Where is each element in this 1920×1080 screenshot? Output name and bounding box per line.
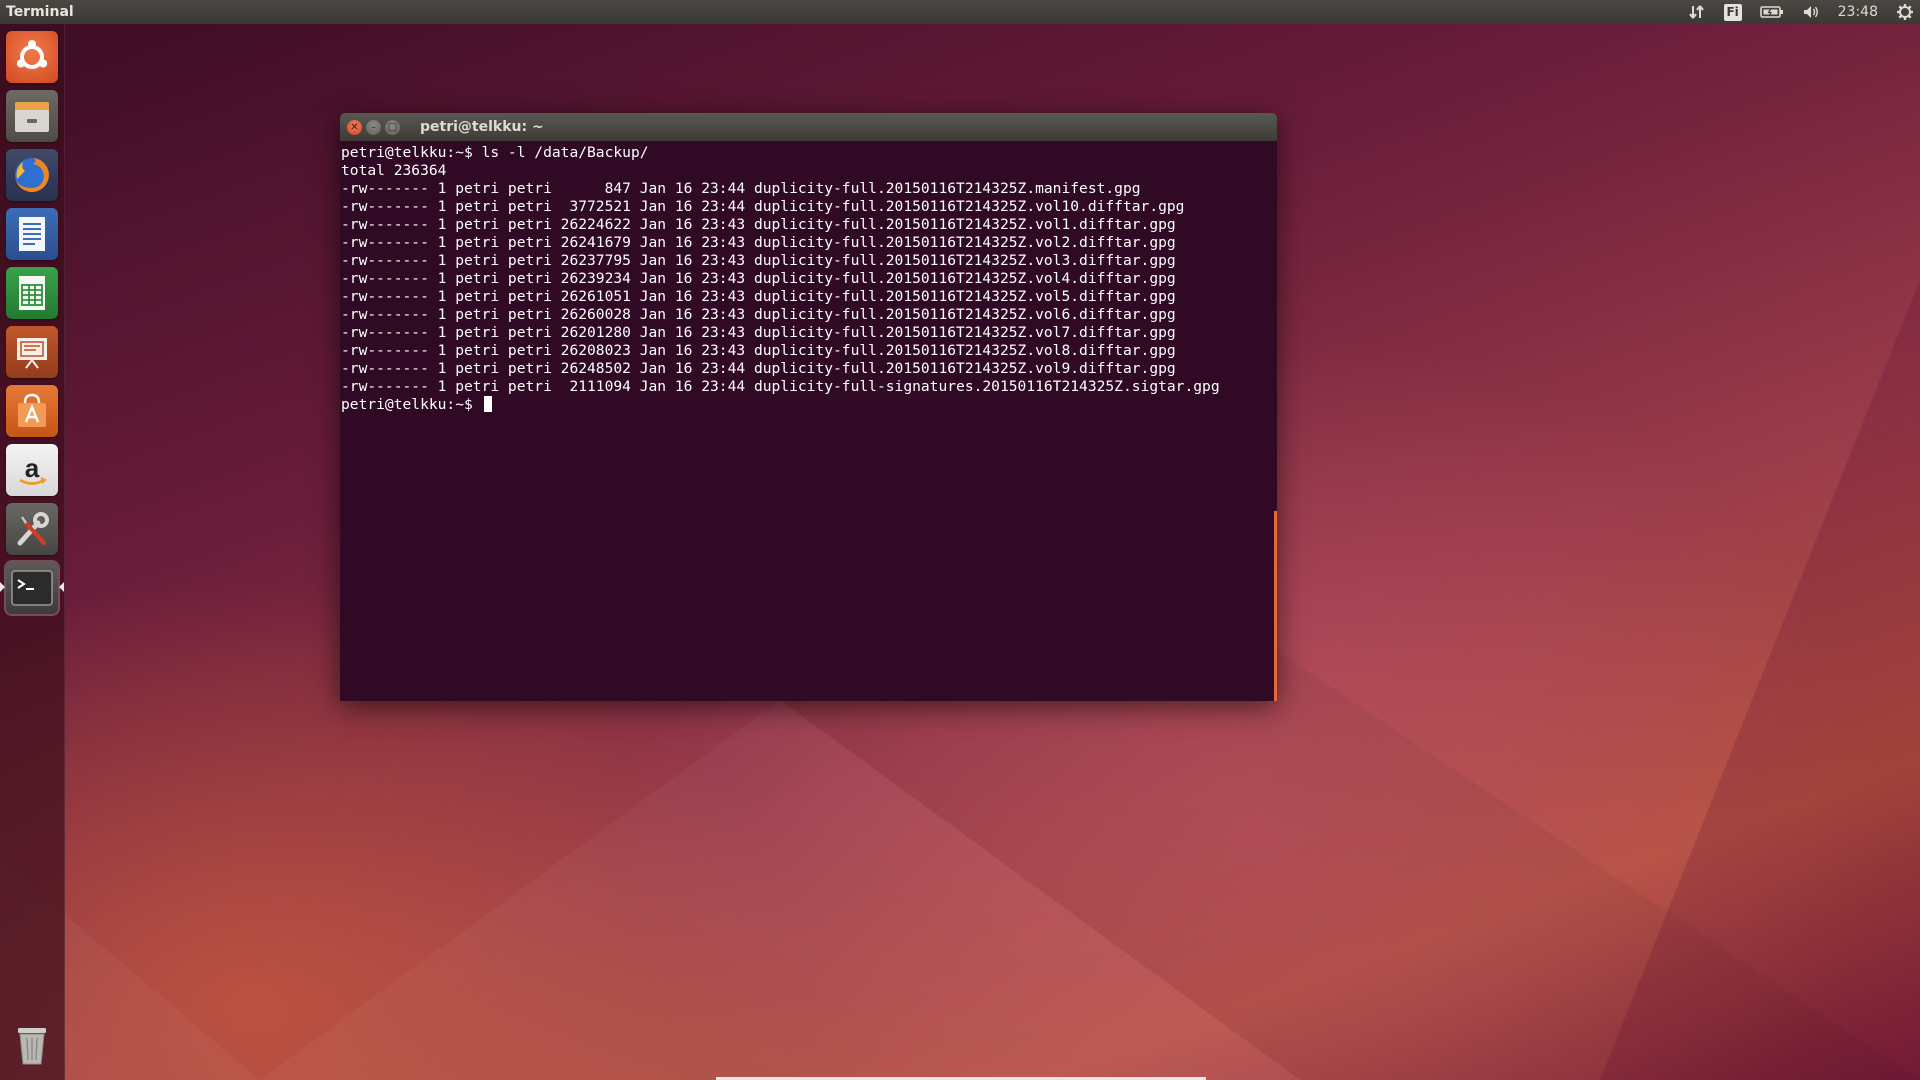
scrollbar[interactable] xyxy=(1274,511,1277,701)
terminal-line: -rw------- 1 petri petri 26261051 Jan 16… xyxy=(341,288,1176,305)
trash-icon xyxy=(18,1028,46,1065)
firefox-icon xyxy=(15,158,49,192)
window-title: petri@telkku: ~ xyxy=(420,119,544,135)
launcher-system-settings[interactable] xyxy=(6,503,58,555)
running-indicator xyxy=(0,582,5,592)
impress-presentation-icon xyxy=(17,338,47,369)
volume-icon[interactable] xyxy=(1802,4,1820,20)
battery-icon[interactable] xyxy=(1759,5,1784,19)
clock[interactable]: 23:48 xyxy=(1838,4,1878,20)
terminal-line: -rw------- 1 petri petri 26248502 Jan 16… xyxy=(341,360,1176,377)
maximize-icon: □ xyxy=(387,121,398,133)
terminal-cursor xyxy=(483,396,492,412)
svg-text:a: a xyxy=(25,453,40,483)
file-cabinet-icon xyxy=(15,102,49,132)
calc-spreadsheet-icon xyxy=(19,276,45,310)
launcher-amazon[interactable]: a xyxy=(6,444,58,496)
focused-indicator xyxy=(59,582,64,592)
ubuntu-logo-icon xyxy=(16,40,48,69)
terminal-line: -rw------- 1 petri petri 26201280 Jan 16… xyxy=(341,324,1176,341)
shopping-bag-icon xyxy=(18,393,46,427)
launcher-files[interactable] xyxy=(6,90,58,142)
terminal-window: ✕ – □ petri@telkku: ~ petri@telkku:~$ ls… xyxy=(340,113,1277,701)
close-button[interactable]: ✕ xyxy=(347,119,362,135)
launcher-firefox[interactable] xyxy=(6,149,58,201)
terminal-line: -rw------- 1 petri petri 2111094 Jan 16 … xyxy=(341,378,1220,395)
launcher-libreoffice-impress[interactable] xyxy=(6,326,58,378)
keyboard-layout-icon[interactable]: Fi xyxy=(1723,3,1742,21)
active-app-name[interactable]: Terminal xyxy=(0,4,74,20)
terminal-line: -rw------- 1 petri petri 26260028 Jan 16… xyxy=(341,306,1176,323)
terminal-line: total 236364 xyxy=(341,162,447,179)
launcher: a xyxy=(0,24,65,1080)
terminal-line: -rw------- 1 petri petri 26237795 Jan 16… xyxy=(341,252,1176,269)
writer-document-icon xyxy=(19,217,45,251)
maximize-button[interactable]: □ xyxy=(385,119,400,135)
terminal-output: petri@telkku:~$ ls -l /data/Backup/ tota… xyxy=(341,144,1277,414)
launcher-ubuntu-software-center[interactable] xyxy=(6,385,58,437)
close-icon: ✕ xyxy=(350,121,359,133)
minimize-icon: – xyxy=(371,121,376,133)
terminal-line: -rw------- 1 petri petri 26208023 Jan 16… xyxy=(341,342,1176,359)
terminal-line: -rw------- 1 petri petri 26239234 Jan 16… xyxy=(341,270,1176,287)
terminal-line: petri@telkku:~$ ls -l /data/Backup/ xyxy=(341,144,649,161)
terminal-icon xyxy=(11,570,53,606)
indicator-area: Fi 23:48 xyxy=(1679,0,1920,24)
terminal-line: -rw------- 1 petri petri 3772521 Jan 16 … xyxy=(341,198,1185,215)
terminal-text-area[interactable]: petri@telkku:~$ ls -l /data/Backup/ tota… xyxy=(340,141,1277,701)
launcher-libreoffice-writer[interactable] xyxy=(6,208,58,260)
terminal-line: -rw------- 1 petri petri 26224622 Jan 16… xyxy=(341,216,1176,233)
top-panel: Terminal Fi 23:48 xyxy=(0,0,1920,24)
terminal-line: -rw------- 1 petri petri 26241679 Jan 16… xyxy=(341,234,1176,251)
launcher-terminal[interactable] xyxy=(6,562,58,614)
launcher-dash-home[interactable] xyxy=(6,31,58,83)
amazon-icon: a xyxy=(19,453,47,485)
terminal-prompt: petri@telkku:~$ xyxy=(341,396,482,413)
gear-icon[interactable] xyxy=(1896,3,1914,21)
network-icon[interactable] xyxy=(1688,4,1706,20)
minimize-button[interactable]: – xyxy=(366,119,381,135)
window-title-bar[interactable]: ✕ – □ petri@telkku: ~ xyxy=(340,113,1277,141)
wrench-screwdriver-icon xyxy=(17,512,49,546)
launcher-libreoffice-calc[interactable] xyxy=(6,267,58,319)
terminal-line: -rw------- 1 petri petri 847 Jan 16 23:4… xyxy=(341,180,1141,197)
launcher-trash[interactable] xyxy=(6,1020,58,1072)
